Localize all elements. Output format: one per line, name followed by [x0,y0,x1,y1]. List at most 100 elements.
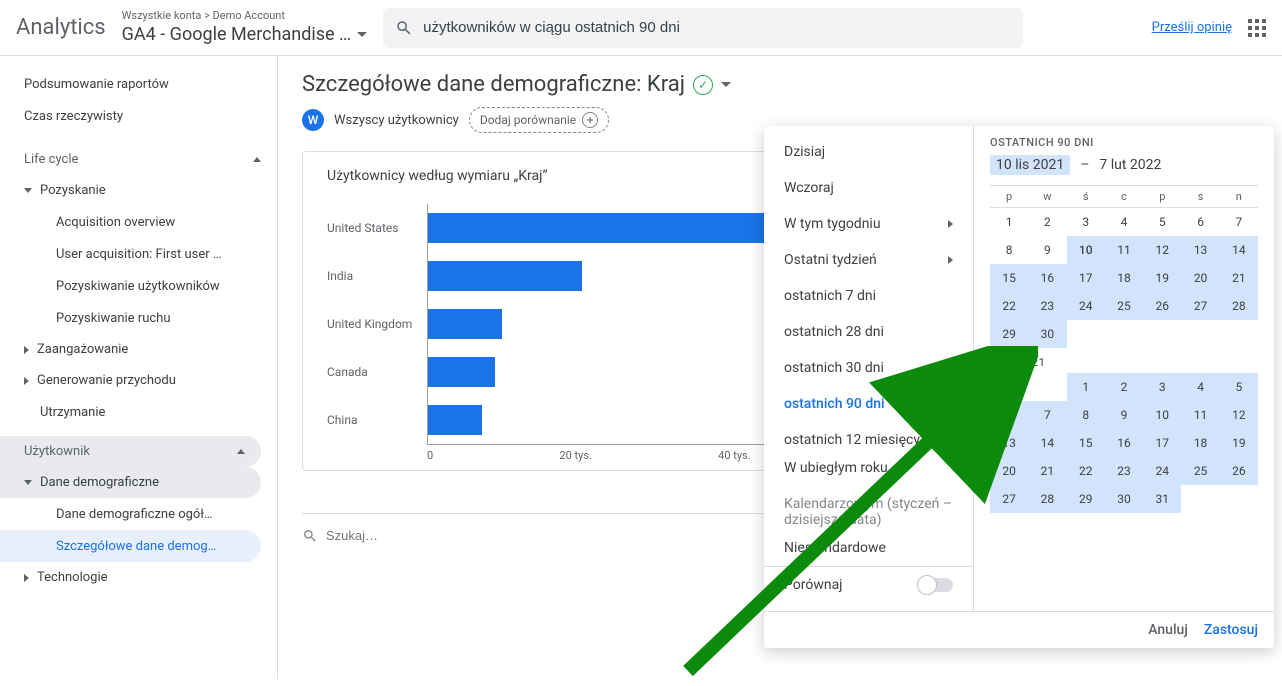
feedback-link[interactable]: Prześlij opinię [1152,20,1232,35]
cal-day[interactable]: 11 [1105,236,1143,264]
cal-day[interactable]: 23 [1105,457,1143,485]
preset-last-week[interactable]: Ostatni tydzień [764,242,973,278]
nav-realtime[interactable]: Czas rzeczywisty [0,100,277,132]
cal-day[interactable]: 19 [1220,429,1258,457]
preset-custom[interactable]: Niestandardowe [764,530,973,566]
nav-demographics-overview[interactable]: Dane demograficzne ogół… [0,498,277,530]
cal-day[interactable]: 20 [1181,264,1219,292]
status-ok-icon[interactable] [693,75,713,95]
cal-day[interactable]: 27 [1181,292,1219,320]
cal-day[interactable]: 20 [990,457,1028,485]
nav-group-acquisition[interactable]: Pozyskanie [0,175,277,206]
cal-day[interactable]: 5 [1143,208,1181,236]
cal-day[interactable]: 14 [1220,236,1258,264]
preset-yesterday[interactable]: Wczoraj [764,170,973,206]
cal-day[interactable]: 10 [1143,401,1181,429]
cal-day[interactable]: 29 [990,320,1028,348]
cal-day[interactable]: 28 [1220,292,1258,320]
nav-group-technology[interactable]: Technologie [0,562,277,593]
cal-day[interactable]: 7 [1220,208,1258,236]
nav-group-monetization[interactable]: Generowanie przychodu [0,365,277,396]
cal-day[interactable]: 17 [1143,429,1181,457]
cal-day[interactable]: 7 [1028,401,1066,429]
search-input[interactable] [423,19,1011,36]
cal-day[interactable]: 8 [1067,401,1105,429]
preset-last-year[interactable]: W ubiegłym roku [764,450,973,486]
chevron-down-icon[interactable] [721,82,731,87]
cal-day[interactable]: 15 [1067,429,1105,457]
nav-group-engagement[interactable]: Zaangażowanie [0,334,277,365]
search-bar[interactable] [383,8,1023,48]
date-to[interactable]: 7 lut 2022 [1099,157,1161,173]
cal-day[interactable]: 24 [1067,292,1105,320]
cal-day[interactable]: 24 [1143,457,1181,485]
cal-day[interactable]: 4 [1105,208,1143,236]
cal-day[interactable]: 29 [1067,485,1105,513]
cal-day[interactable]: 1 [1067,373,1105,401]
table-search[interactable] [302,528,795,544]
cal-day[interactable]: 25 [1181,457,1219,485]
cal-day[interactable]: 18 [1181,429,1219,457]
cancel-button[interactable]: Anuluj [1148,622,1188,638]
nav-acquisition-overview[interactable]: Acquisition overview [0,206,277,238]
cal-day[interactable]: 14 [1028,429,1066,457]
cal-day[interactable]: 26 [1143,292,1181,320]
cal-day[interactable]: 13 [990,429,1028,457]
cal-day[interactable]: 3 [1143,373,1181,401]
table-search-input[interactable] [326,528,526,543]
cal-day[interactable]: 6 [990,401,1028,429]
cal-day[interactable]: 26 [1220,457,1258,485]
cal-day[interactable]: 21 [1028,457,1066,485]
preset-today[interactable]: Dzisiaj [764,134,973,170]
add-comparison-chip[interactable]: Dodaj porównanie + [469,107,609,133]
compare-toggle[interactable] [919,578,953,592]
cal-day[interactable]: 9 [1105,401,1143,429]
calendar-dec[interactable]: 1234567891011121314151617181920212223242… [990,373,1258,513]
preset-last-30[interactable]: ostatnich 30 dni [764,350,973,386]
cal-day[interactable]: 30 [1105,485,1143,513]
cal-day[interactable]: 12 [1143,236,1181,264]
cal-day[interactable]: 27 [990,485,1028,513]
nav-reports-summary[interactable]: Podsumowanie raportów [0,68,277,100]
cal-day[interactable]: 1 [990,208,1028,236]
cal-day[interactable]: 10 [1067,236,1105,264]
cal-day[interactable]: 22 [1067,457,1105,485]
cal-day[interactable]: 8 [990,236,1028,264]
cal-day[interactable]: 17 [1067,264,1105,292]
cal-day[interactable]: 22 [990,292,1028,320]
cal-day[interactable]: 18 [1105,264,1143,292]
nav-user-acquisition[interactable]: User acquisition: First user … [0,238,277,270]
apply-button[interactable]: Zastosuj [1204,622,1258,638]
nav-section-user[interactable]: Użytkownik [0,436,261,467]
cal-day[interactable]: 16 [1105,429,1143,457]
nav-section-lifecycle[interactable]: Life cycle [0,144,277,175]
nav-demographics-details[interactable]: Szczegółowe dane demog… [0,530,261,562]
cal-day[interactable]: 12 [1220,401,1258,429]
preset-last-7[interactable]: ostatnich 7 dni [764,278,973,314]
apps-icon[interactable] [1248,19,1266,37]
calendar-nov[interactable]: 1234567891011121314151617181920212223242… [990,208,1258,348]
nav-retention[interactable]: Utrzymanie [0,396,277,428]
cal-day[interactable]: 15 [990,264,1028,292]
cal-day[interactable]: 23 [1028,292,1066,320]
cal-day[interactable]: 31 [1143,485,1181,513]
cal-day[interactable]: 25 [1105,292,1143,320]
cal-day[interactable]: 2 [1028,208,1066,236]
preset-last-90[interactable]: ostatnich 90 dni [764,386,973,422]
cal-day[interactable]: 16 [1028,264,1066,292]
cal-day[interactable]: 28 [1028,485,1066,513]
nav-acquiring-users[interactable]: Pozyskiwanie użytkowników [0,270,277,302]
nav-group-demographics[interactable]: Dane demograficzne [0,467,261,498]
cal-day[interactable]: 3 [1067,208,1105,236]
nav-traffic-acquisition[interactable]: Pozyskiwanie ruchu [0,302,277,334]
cal-day[interactable]: 30 [1028,320,1066,348]
cal-day[interactable]: 4 [1181,373,1219,401]
cal-day[interactable]: 13 [1181,236,1219,264]
cal-day[interactable]: 5 [1220,373,1258,401]
cal-day[interactable]: 21 [1220,264,1258,292]
cal-day[interactable]: 19 [1143,264,1181,292]
cal-day[interactable]: 9 [1028,236,1066,264]
date-from[interactable]: 10 lis 2021 [990,155,1070,175]
cal-day[interactable]: 2 [1105,373,1143,401]
account-selector[interactable]: Wszystkie konta > Demo Account GA4 - Goo… [122,9,367,47]
